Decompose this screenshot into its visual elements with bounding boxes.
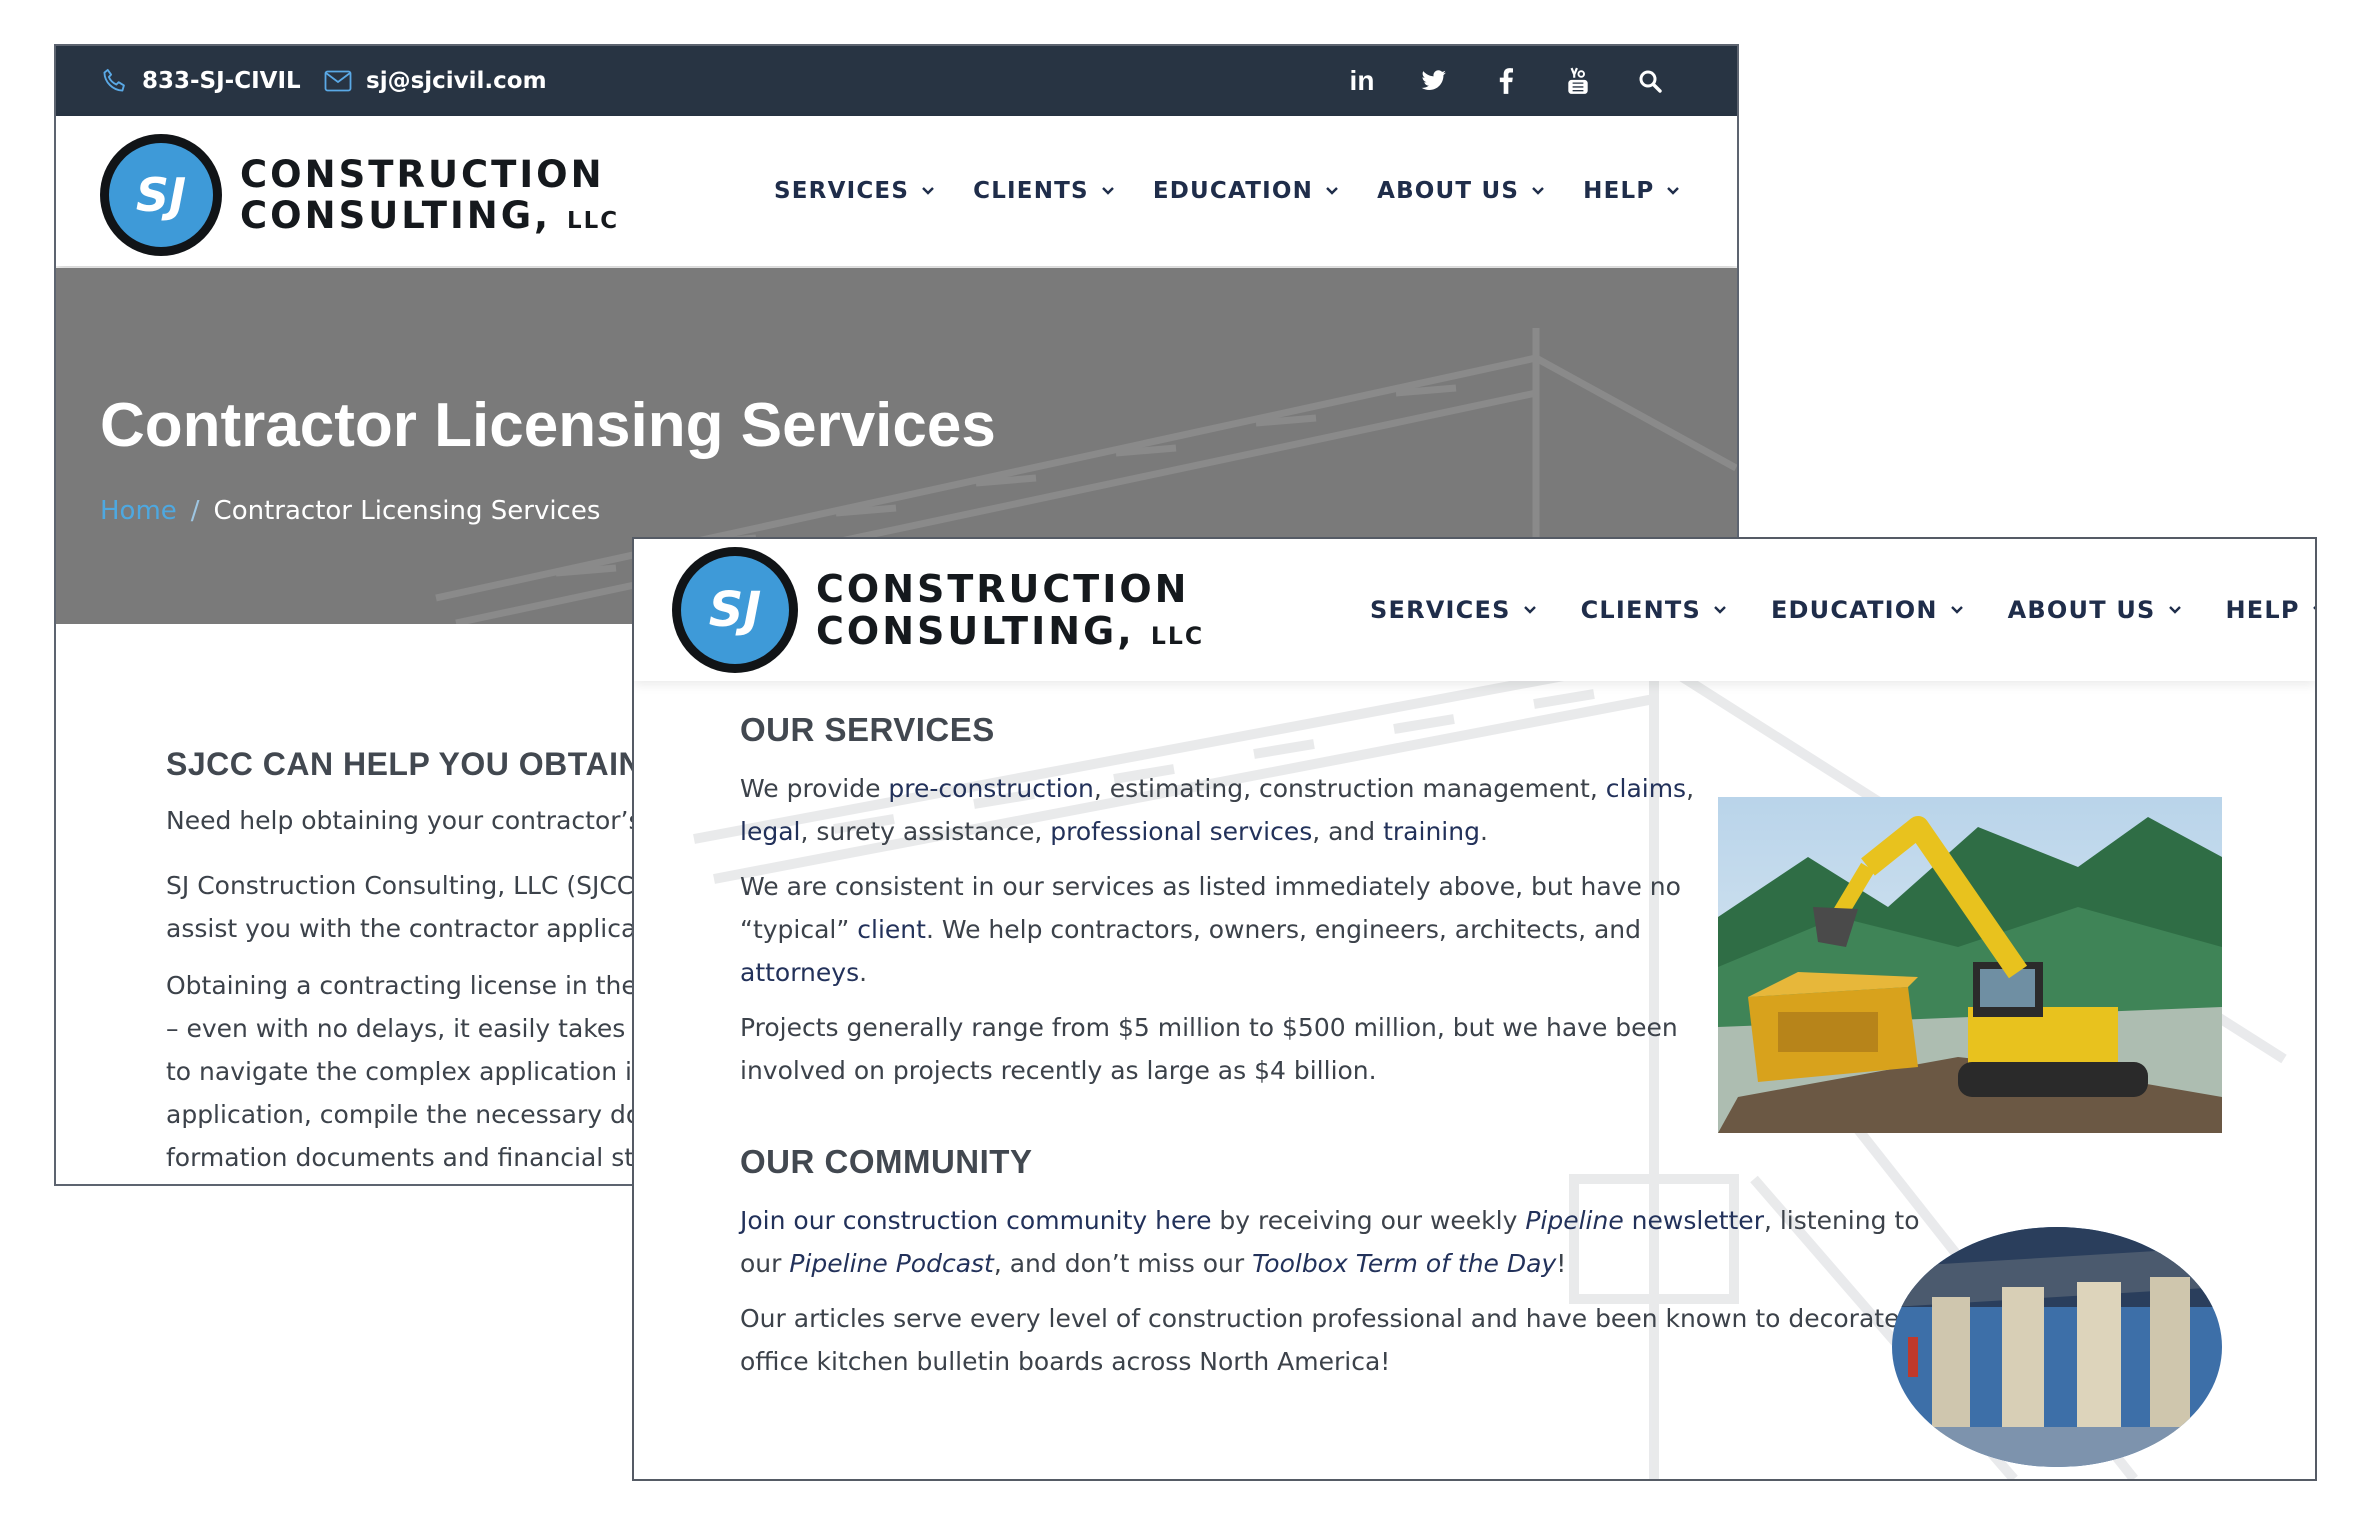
logo-line-2: CONSULTING,	[816, 609, 1135, 653]
services-paragraph-1: We provide pre-construction, estimating,…	[740, 774, 1695, 846]
services-heading: OUR SERVICES	[740, 711, 995, 748]
facebook-icon[interactable]	[1470, 46, 1542, 116]
chevron-down-icon	[1667, 187, 1680, 195]
email-address: sj@sjcivil.com	[366, 68, 547, 94]
logo-wordmark: CONSTRUCTION CONSULTING, LLC	[816, 570, 1204, 650]
chevron-down-icon	[1532, 187, 1545, 195]
nav-item-help[interactable]: HELP	[1583, 178, 1680, 204]
site-header: SJ CONSTRUCTION CONSULTING, LLC SERVICES…	[634, 539, 2315, 681]
pipeline-link[interactable]: Pipeline	[1525, 1206, 1623, 1235]
nav-item-services[interactable]: SERVICES	[774, 178, 935, 204]
site-header: SJ CONSTRUCTION CONSULTING, LLC SERVICES…	[56, 116, 1737, 266]
nav-item-clients[interactable]: CLIENTS	[973, 178, 1115, 204]
chevron-down-icon	[1523, 606, 1536, 614]
company-logo[interactable]: SJ CONSTRUCTION CONSULTING, LLC	[100, 134, 619, 256]
community-paragraph-2: Our articles serve every level of constr…	[740, 1304, 1900, 1376]
services-paragraph-2: We are consistent in our services as lis…	[740, 872, 1681, 987]
join-community-link[interactable]: Join our construction community here	[740, 1206, 1211, 1235]
breadcrumb-separator: /	[190, 496, 200, 526]
phone-contact[interactable]: 833-SJ-CIVIL	[100, 46, 301, 116]
nav-item-services[interactable]: SERVICES	[1370, 596, 1537, 624]
services-section: OUR SERVICES We provide pre-construction…	[740, 711, 1720, 1092]
pre-construction-link[interactable]: pre-construction	[888, 774, 1093, 803]
chevron-down-icon	[922, 187, 934, 195]
services-paragraph-3: Projects generally range from $5 million…	[740, 1013, 1678, 1085]
community-paragraph-1: Join our construction community here by …	[740, 1206, 1920, 1278]
logo-wordmark: CONSTRUCTION CONSULTING, LLC	[240, 156, 619, 234]
community-heading: OUR COMMUNITY	[740, 1143, 1033, 1180]
legal-link[interactable]: legal	[740, 817, 800, 846]
logo-badge: SJ	[100, 134, 222, 256]
chevron-down-icon	[1101, 187, 1114, 195]
logo-llc: LLC	[1150, 622, 1205, 650]
breadcrumb-current: Contractor Licensing Services	[213, 496, 601, 526]
excavator-photo	[1718, 797, 2222, 1133]
breadcrumb-home-link[interactable]: Home	[100, 496, 177, 526]
chevron-down-icon	[2312, 606, 2315, 611]
nav-item-education[interactable]: EDUCATION	[1153, 178, 1339, 204]
main-nav: SERVICES CLIENTS EDUCATION ABOUT US HELP	[774, 116, 1680, 266]
client-link[interactable]: client	[857, 915, 926, 944]
page-title: Contractor Licensing Services	[100, 391, 996, 460]
logo-line-2: CONSULTING,	[240, 194, 552, 237]
twitter-icon[interactable]	[1398, 46, 1470, 116]
chevron-down-icon	[1950, 606, 1963, 614]
breadcrumb: Home / Contractor Licensing Services	[100, 496, 600, 526]
company-logo[interactable]: SJ CONSTRUCTION CONSULTING, LLC	[672, 547, 1204, 673]
community-section: OUR COMMUNITY Join our construction comm…	[740, 1143, 1920, 1383]
front-page-window: SJ CONSTRUCTION CONSULTING, LLC SERVICES…	[632, 537, 2317, 1481]
youtube-icon[interactable]	[1542, 46, 1614, 116]
logo-monogram: SJ	[681, 556, 789, 664]
envelope-icon	[324, 70, 352, 92]
newsletter-link[interactable]: newsletter	[1624, 1206, 1764, 1235]
pipeline-podcast-link[interactable]: Pipeline Podcast	[789, 1249, 993, 1278]
claims-link[interactable]: claims	[1606, 774, 1686, 803]
logo-badge: SJ	[672, 547, 798, 673]
nav-item-about-us[interactable]: ABOUT US	[2008, 596, 2182, 624]
nav-item-clients[interactable]: CLIENTS	[1581, 596, 1727, 624]
email-contact[interactable]: sj@sjcivil.com	[324, 46, 547, 116]
nav-item-help[interactable]: HELP	[2226, 596, 2315, 624]
logo-monogram: SJ	[109, 143, 213, 247]
bridge-photo	[1892, 1227, 2222, 1467]
linkedin-icon[interactable]: in	[1326, 46, 1398, 116]
main-nav: SERVICES CLIENTS EDUCATION ABOUT US HELP	[1370, 539, 2315, 681]
logo-llc: LLC	[567, 208, 620, 234]
logo-line-1: CONSTRUCTION	[816, 567, 1190, 611]
logo-line-1: CONSTRUCTION	[240, 153, 605, 196]
social-links: in	[1326, 46, 1686, 116]
nav-item-education[interactable]: EDUCATION	[1771, 596, 1964, 624]
phone-number: 833-SJ-CIVIL	[142, 68, 301, 94]
search-icon[interactable]	[1614, 46, 1686, 116]
nav-item-about-us[interactable]: ABOUT US	[1377, 178, 1545, 204]
professional-services-link[interactable]: professional services	[1050, 817, 1312, 846]
chevron-down-icon	[1714, 606, 1726, 614]
chevron-down-icon	[1326, 187, 1338, 195]
training-link[interactable]: training	[1383, 817, 1480, 846]
attorneys-link[interactable]: attorneys	[740, 958, 859, 987]
phone-icon	[103, 68, 125, 92]
toolbox-term-link[interactable]: Toolbox Term of the Day	[1252, 1249, 1556, 1278]
chevron-down-icon	[2168, 606, 2181, 614]
contact-top-bar: 833-SJ-CIVIL sj@sjcivil.com in	[56, 46, 1737, 116]
